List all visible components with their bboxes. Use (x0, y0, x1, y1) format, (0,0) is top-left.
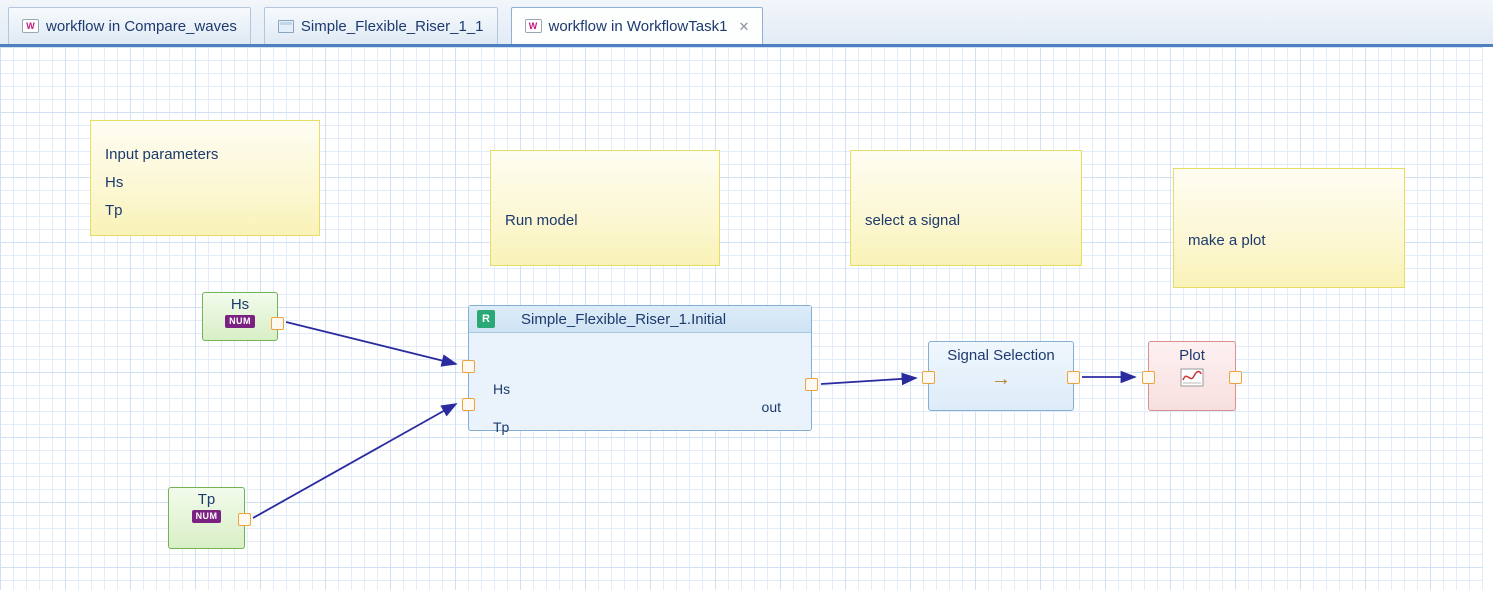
node-plot[interactable]: Plot (1148, 341, 1236, 411)
tab-workflow-compare-waves[interactable]: W workflow in Compare_waves (8, 7, 251, 44)
port-hs-output[interactable] (271, 317, 284, 330)
workflow-canvas[interactable]: Input parameters Hs Tp Run model select … (0, 47, 1483, 590)
port-model-input-tp[interactable] (462, 398, 475, 411)
note-make-plot[interactable]: make a plot (1173, 168, 1405, 288)
signal-arrow-icon: → (991, 369, 1011, 389)
model-header: R Simple_Flexible_Riser_1.Initial (469, 306, 811, 333)
num-type-icon: NUM (225, 315, 255, 328)
workflow-editor: { "tabs": { "items": [ { "label": "workf… (0, 0, 1493, 598)
note-input-parameters[interactable]: Input parameters Hs Tp (90, 120, 320, 236)
port-plot-input[interactable] (1142, 371, 1155, 384)
node-signal-selection[interactable]: Signal Selection → (928, 341, 1074, 411)
num-type-icon: NUM (192, 510, 222, 523)
port-signal-output[interactable] (1067, 371, 1080, 384)
window-icon (278, 20, 294, 33)
tab-label: Simple_Flexible_Riser_1_1 (301, 18, 484, 35)
note-text: Tp (105, 197, 309, 225)
tab-label: workflow in Compare_waves (46, 18, 237, 35)
tab-bar: W workflow in Compare_waves Simple_Flexi… (0, 0, 1493, 47)
note-run-model[interactable]: Run model (490, 150, 720, 266)
node-simple-flexible-riser-model[interactable]: R Simple_Flexible_Riser_1.Initial Hs Tp … (468, 305, 812, 431)
port-signal-input[interactable] (922, 371, 935, 384)
note-text: select a signal (865, 207, 1071, 235)
note-text: Input parameters (105, 141, 309, 169)
connection-hs-to-model[interactable] (286, 322, 456, 364)
model-body: Hs Tp out (469, 333, 811, 431)
tab-label: workflow in WorkflowTask1 (549, 18, 728, 35)
tab-simple-flexible-riser[interactable]: Simple_Flexible_Riser_1_1 (264, 7, 498, 44)
note-text: Hs (105, 169, 309, 197)
plot-chart-icon (1180, 368, 1204, 387)
node-label: Tp (198, 491, 216, 508)
close-icon[interactable]: ✕ (738, 20, 749, 33)
port-tp-output[interactable] (238, 513, 251, 526)
connection-model-to-signal[interactable] (821, 378, 916, 384)
workflow-icon: W (525, 19, 542, 33)
port-model-input-hs[interactable] (462, 360, 475, 373)
model-title: Simple_Flexible_Riser_1.Initial (521, 311, 726, 328)
tab-workflow-workflowtask1[interactable]: W workflow in WorkflowTask1 ✕ (511, 7, 764, 44)
node-title: Plot (1179, 347, 1205, 364)
node-title: Signal Selection (947, 347, 1055, 364)
note-text: Run model (505, 207, 709, 235)
note-text: make a plot (1188, 227, 1394, 255)
port-model-output-out[interactable] (805, 378, 818, 391)
node-label: Hs (231, 296, 249, 313)
node-tp-parameter[interactable]: Tp NUM (168, 487, 245, 549)
input-port-label-tp: Tp (493, 417, 509, 437)
node-hs-parameter[interactable]: Hs NUM (202, 292, 278, 341)
connection-tp-to-model[interactable] (253, 404, 456, 518)
output-port-label-out: out (762, 397, 781, 417)
port-plot-output[interactable] (1229, 371, 1242, 384)
workflow-icon: W (22, 19, 39, 33)
note-select-signal[interactable]: select a signal (850, 150, 1082, 266)
input-port-label-hs: Hs (493, 379, 510, 399)
model-type-icon: R (477, 310, 495, 328)
